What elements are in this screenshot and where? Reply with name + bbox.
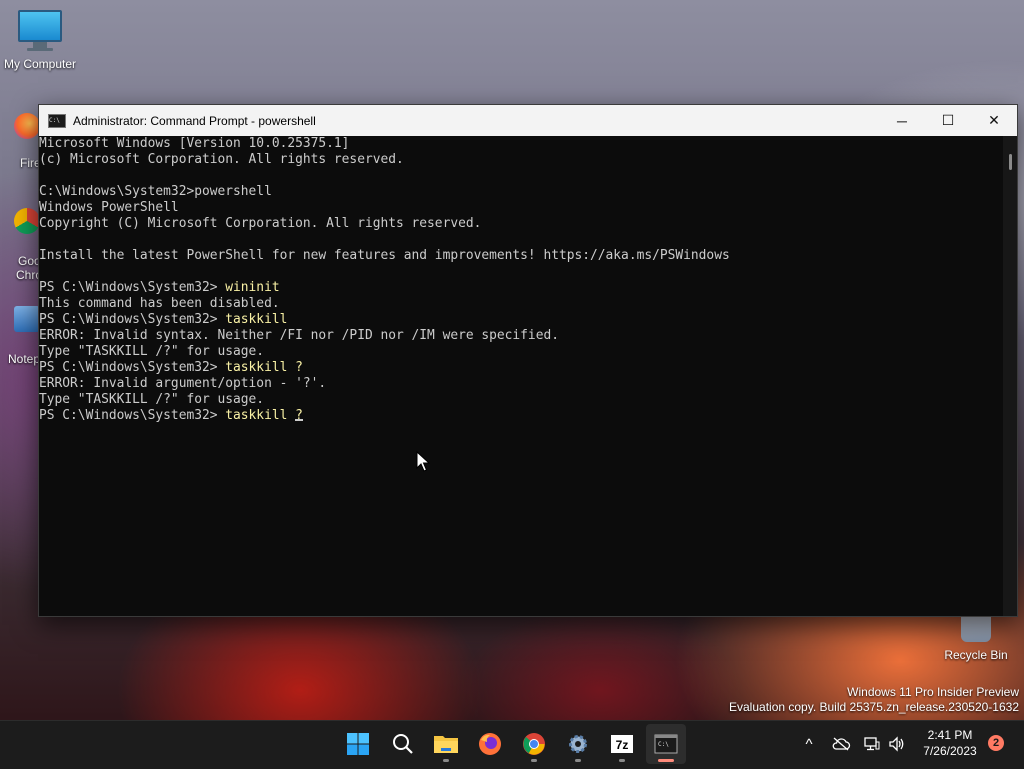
console-text: Install the latest PowerShell for new fe… [39, 248, 730, 263]
console-prompt: PS C:\Windows\System32> [39, 360, 226, 375]
chrome-icon [522, 732, 546, 756]
speaker-icon [889, 736, 904, 752]
console-text: (c) Microsoft Corporation. All rights re… [39, 152, 404, 167]
console-text: Windows PowerShell [39, 200, 179, 215]
windows-logo-icon [346, 732, 370, 756]
svg-text:7z: 7z [616, 738, 629, 752]
show-hidden-icons-button[interactable]: ^ [798, 720, 820, 768]
chevron-up-icon: ^ [805, 735, 813, 753]
recycle-bin-desktop-icon[interactable]: Recycle Bin [938, 612, 1014, 662]
console-line: Microsoft Windows [Version 10.0.25375.1] [39, 136, 1003, 152]
vertical-scrollbar[interactable] [1003, 136, 1017, 616]
console-line: Windows PowerShell [39, 200, 1003, 216]
console-prompt: PS C:\Windows\System32> [39, 280, 226, 295]
running-indicator [658, 759, 674, 762]
console-text: Type "TASKKILL /?" for usage. [39, 344, 265, 359]
network-icon [864, 737, 880, 751]
console-text: Microsoft Windows [Version 10.0.25375.1] [39, 136, 350, 151]
svg-text:C:\: C:\ [658, 741, 669, 748]
clock-date: 7/26/2023 [923, 744, 977, 758]
7zip-icon: 7z [610, 732, 634, 756]
terminal-icon: C:\ [654, 734, 678, 754]
console-line: PS C:\Windows\System32> taskkill ? [39, 408, 1003, 424]
minimize-icon: ─ [897, 112, 907, 129]
running-indicator [443, 759, 449, 762]
file-explorer-button[interactable] [426, 724, 466, 764]
console-text: Copyright (C) Microsoft Corporation. All… [39, 216, 482, 231]
console-command: wininit [225, 280, 280, 295]
console-command: taskkill ? [225, 360, 303, 375]
console-line: (c) Microsoft Corporation. All rights re… [39, 152, 1003, 168]
my-computer-desktop-icon[interactable]: My Computer [0, 10, 80, 71]
text-cursor [294, 419, 303, 421]
console-text: ERROR: Invalid argument/option - '?'. [39, 376, 327, 391]
console-output[interactable]: Microsoft Windows [Version 10.0.25375.1]… [39, 136, 1003, 616]
network-tray-button[interactable] [860, 720, 884, 768]
minimize-button[interactable]: ─ [879, 105, 925, 136]
chrome-desktop-icon[interactable] [14, 208, 40, 234]
watermark-line-2: Evaluation copy. Build 25375.zn_release.… [729, 700, 1019, 714]
console-line: PS C:\Windows\System32> taskkill [39, 312, 1003, 328]
search-icon [392, 733, 414, 755]
settings-button[interactable] [558, 724, 598, 764]
window-title: Administrator: Command Prompt - powershe… [73, 113, 316, 128]
notepad-desktop-label: Notep [8, 352, 41, 366]
console-line: ERROR: Invalid argument/option - '?'. [39, 376, 1003, 392]
console-text: This command has been disabled. [39, 296, 280, 311]
window-titlebar[interactable]: C:\ Administrator: Command Prompt - powe… [39, 105, 1017, 136]
console-line: This command has been disabled. [39, 296, 1003, 312]
volume-tray-button[interactable] [885, 720, 909, 768]
command-prompt-icon: C:\ [48, 113, 66, 128]
command-prompt-button[interactable]: C:\ [646, 724, 686, 764]
mouse-pointer-icon [416, 451, 430, 472]
clock-time: 2:41 PM [927, 728, 973, 742]
console-text: C:\Windows\System32>powershell [39, 184, 272, 199]
console-command: taskkill ? [225, 408, 303, 423]
computer-icon [18, 10, 62, 51]
watermark-line-1: Windows 11 Pro Insider Preview [847, 685, 1019, 699]
close-icon: ✕ [988, 112, 1000, 128]
maximize-button[interactable]: ☐ [925, 105, 971, 136]
console-text: Type "TASKKILL /?" for usage. [39, 392, 265, 407]
notepad-desktop-icon[interactable] [14, 306, 40, 332]
running-indicator [575, 759, 581, 762]
console-line: Copyright (C) Microsoft Corporation. All… [39, 216, 1003, 232]
search-button[interactable] [383, 724, 423, 764]
console-command: taskkill [225, 312, 288, 327]
recycle-bin-label: Recycle Bin [944, 648, 1008, 662]
console-line: PS C:\Windows\System32> wininit [39, 280, 1003, 296]
console-line: Type "TASKKILL /?" for usage. [39, 344, 1003, 360]
7zip-button[interactable]: 7z [602, 724, 642, 764]
running-indicator [531, 759, 537, 762]
console-line: Type "TASKKILL /?" for usage. [39, 392, 1003, 408]
console-line: PS C:\Windows\System32> taskkill ? [39, 360, 1003, 376]
running-indicator [619, 759, 625, 762]
console-line: ERROR: Invalid syntax. Neither /FI nor /… [39, 328, 1003, 344]
firefox-button[interactable] [470, 724, 510, 764]
console-text: ERROR: Invalid syntax. Neither /FI nor /… [39, 328, 559, 343]
my-computer-label: My Computer [3, 57, 77, 71]
maximize-icon: ☐ [941, 112, 955, 128]
close-button[interactable]: ✕ [971, 105, 1017, 136]
console-line: C:\Windows\System32>powershell [39, 184, 1003, 200]
console-prompt: PS C:\Windows\System32> [39, 408, 226, 423]
command-prompt-window[interactable]: C:\ Administrator: Command Prompt - powe… [38, 104, 1018, 617]
firefox-desktop-icon[interactable] [14, 113, 40, 139]
chrome-button[interactable] [514, 724, 554, 764]
gear-icon [566, 732, 590, 756]
onedrive-tray-button[interactable] [828, 720, 854, 768]
folder-icon [433, 733, 459, 755]
console-line: Install the latest PowerShell for new fe… [39, 248, 1003, 264]
firefox-icon [478, 732, 502, 756]
cloud-offline-icon [832, 737, 851, 751]
scrollbar-thumb[interactable] [1009, 154, 1012, 170]
notification-badge[interactable]: 2 [988, 735, 1004, 751]
console-prompt: PS C:\Windows\System32> [39, 312, 226, 327]
windows-evaluation-watermark: Windows 11 Pro Insider Preview Evaluatio… [729, 685, 1019, 715]
start-button[interactable] [338, 724, 378, 764]
